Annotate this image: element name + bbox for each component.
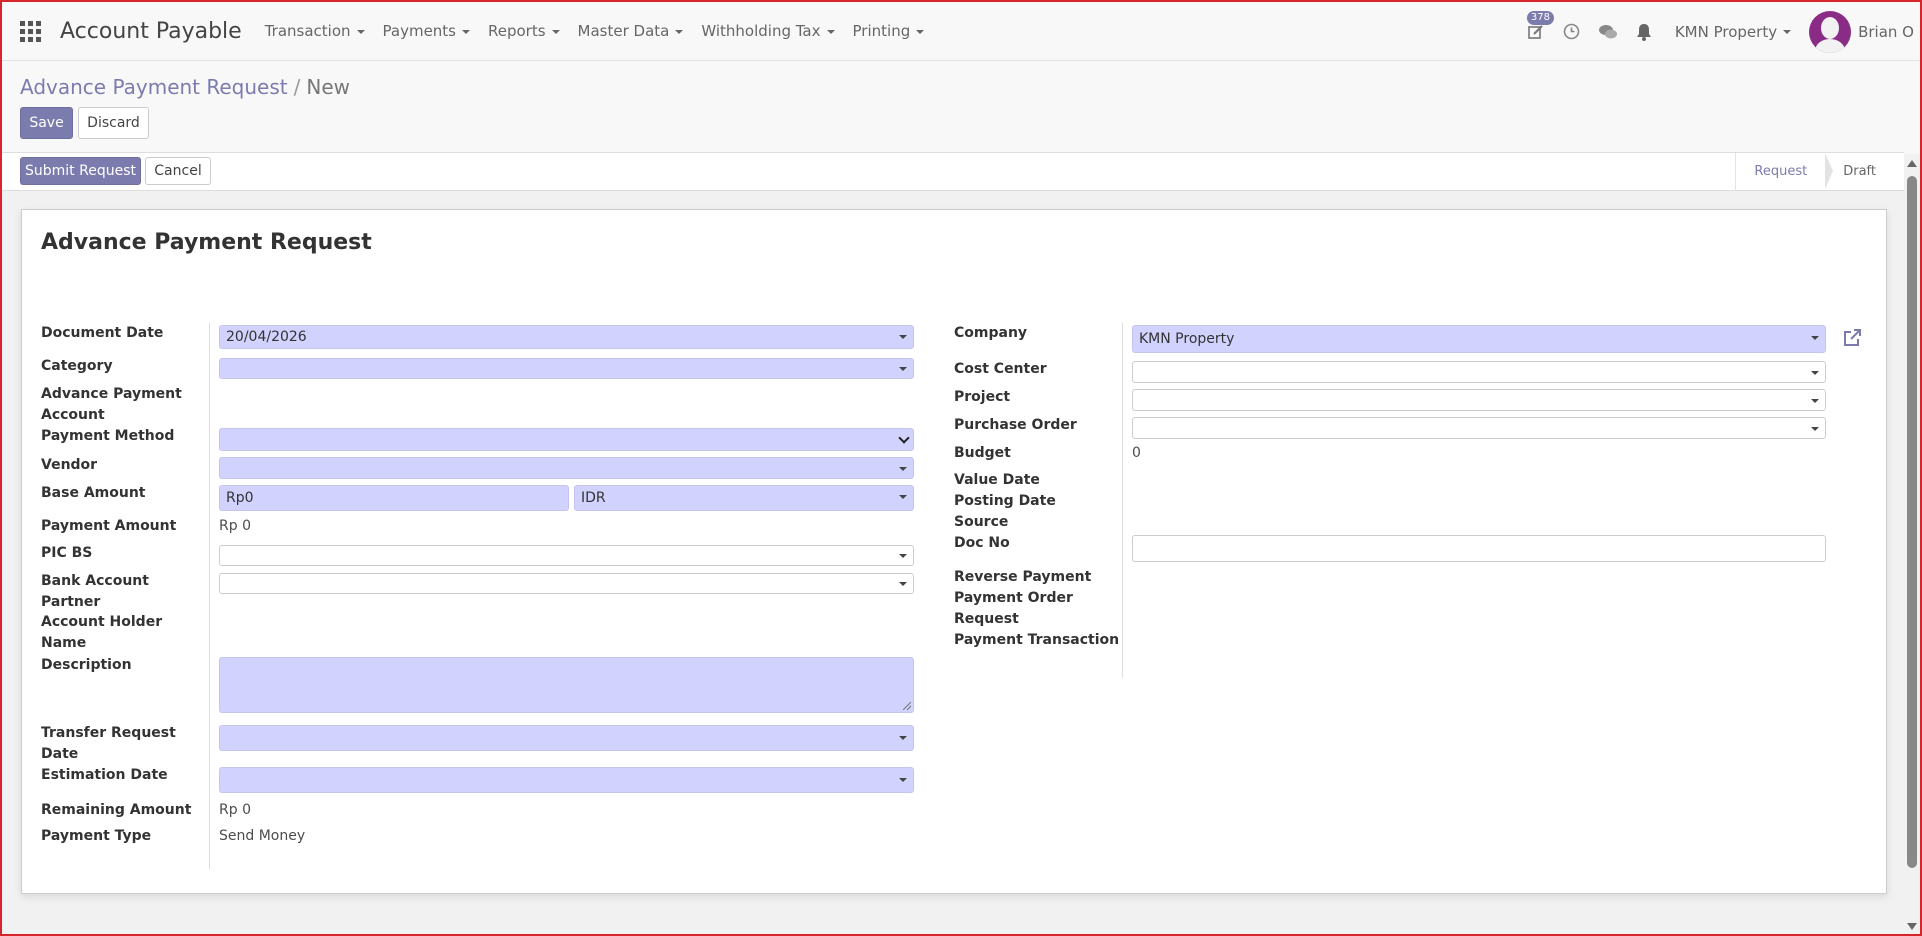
value-date-label: Value Date — [954, 472, 1040, 488]
save-button[interactable]: Save — [20, 107, 73, 139]
top-navbar: Account Payable Transaction Payments Rep… — [2, 2, 1920, 61]
remaining-amount-value: Rp 0 — [219, 802, 251, 818]
estimation-date-label: Estimation Date — [41, 767, 168, 783]
category-label: Category — [41, 358, 113, 374]
vendor-label: Vendor — [41, 457, 98, 473]
form-title: Advance Payment Request — [41, 230, 372, 255]
payment-order-request-label: Payment Order Request — [954, 590, 1073, 627]
currency-field[interactable]: IDR — [574, 485, 914, 511]
avatar[interactable] — [1809, 10, 1852, 53]
edit-icon[interactable]: 378 — [1525, 10, 1554, 43]
submit-request-button[interactable]: Submit Request — [20, 157, 141, 185]
doc-no-field[interactable] — [1132, 535, 1826, 562]
advance-payment-account-label: Advance Payment Account — [41, 386, 182, 423]
app-title: Account Payable — [60, 18, 242, 44]
menu-withholding-tax[interactable]: Withholding Tax — [701, 22, 835, 40]
payment-amount-value: Rp 0 — [219, 518, 251, 534]
cost-center-label: Cost Center — [954, 361, 1047, 377]
left-label-divider — [209, 323, 210, 869]
document-date-field[interactable]: 20/04/2026 — [219, 325, 914, 349]
external-link-icon[interactable] — [1842, 328, 1862, 348]
stage-draft[interactable]: Draft — [1825, 153, 1894, 190]
status-stages: Request Draft — [1735, 153, 1894, 190]
project-label: Project — [954, 389, 1011, 405]
vendor-field[interactable] — [219, 457, 914, 479]
posting-date-label: Posting Date — [954, 493, 1056, 509]
right-label-divider — [1122, 323, 1123, 678]
payment-type-value: Send Money — [219, 828, 306, 844]
purchase-order-label: Purchase Order — [954, 417, 1077, 433]
payment-method-select[interactable] — [219, 428, 914, 451]
control-panel: Advance Payment Request / New Save Discard — [2, 61, 1920, 152]
base-amount-label: Base Amount — [41, 485, 146, 501]
payment-transaction-label: Payment Transaction — [954, 632, 1120, 648]
bell-icon[interactable] — [1633, 21, 1655, 43]
category-field[interactable] — [219, 358, 914, 379]
breadcrumb-parent[interactable]: Advance Payment Request — [20, 75, 288, 99]
user-name[interactable]: Brian O — [1858, 23, 1914, 41]
doc-no-label: Doc No — [954, 535, 1010, 551]
transfer-request-date-label: Transfer Request Date — [41, 725, 176, 762]
transfer-request-date-field[interactable] — [219, 725, 914, 751]
purchase-order-field[interactable] — [1132, 417, 1826, 439]
base-amount-field[interactable]: Rp0 — [219, 485, 569, 511]
status-bar: Submit Request Cancel Request Draft — [2, 152, 1904, 191]
chat-icon[interactable] — [1597, 21, 1619, 43]
menu-master-data[interactable]: Master Data — [578, 22, 684, 40]
cost-center-field[interactable] — [1132, 361, 1826, 383]
menu-reports[interactable]: Reports — [488, 22, 560, 40]
apps-icon[interactable] — [20, 20, 42, 42]
discard-button[interactable]: Discard — [78, 107, 149, 139]
pic-bs-label: PIC BS — [41, 545, 93, 561]
remaining-amount-label: Remaining Amount — [41, 802, 192, 818]
budget-value: 0 — [1132, 445, 1141, 461]
pic-bs-field[interactable] — [219, 545, 914, 566]
menu-transaction[interactable]: Transaction — [265, 22, 365, 40]
bank-account-partner-label: Bank Account Partner — [41, 573, 149, 610]
stage-request[interactable]: Request — [1735, 153, 1834, 190]
account-holder-name-label: Account Holder Name — [41, 614, 163, 651]
project-field[interactable] — [1132, 389, 1826, 411]
breadcrumb-current: New — [306, 75, 350, 99]
scroll-thumb[interactable] — [1907, 176, 1917, 868]
scroll-up-icon[interactable] — [1907, 160, 1917, 167]
form-sheet: Advance Payment Request Document Date 20… — [21, 209, 1887, 894]
company-switcher[interactable]: KMN Property — [1675, 23, 1792, 41]
estimation-date-field[interactable] — [219, 767, 914, 793]
description-textarea[interactable] — [219, 657, 914, 713]
budget-label: Budget — [954, 445, 1011, 461]
bank-account-partner-field[interactable] — [219, 573, 914, 594]
breadcrumb: Advance Payment Request / New — [20, 75, 350, 99]
breadcrumb-separator: / — [293, 75, 301, 99]
payment-method-label: Payment Method — [41, 428, 175, 444]
menu-printing[interactable]: Printing — [853, 22, 925, 40]
description-label: Description — [41, 657, 132, 673]
company-field[interactable]: KMN Property — [1132, 325, 1826, 353]
activity-count-badge: 378 — [1526, 10, 1554, 25]
company-label: Company — [954, 325, 1028, 341]
document-date-label: Document Date — [41, 325, 164, 341]
page-scrollbar[interactable] — [1904, 154, 1920, 934]
source-label: Source — [954, 514, 1009, 530]
reverse-payment-label: Reverse Payment — [954, 569, 1092, 585]
menu-payments[interactable]: Payments — [383, 22, 470, 40]
payment-amount-label: Payment Amount — [41, 518, 177, 534]
scroll-down-icon[interactable] — [1907, 923, 1917, 930]
cancel-button[interactable]: Cancel — [145, 157, 211, 185]
payment-type-label: Payment Type — [41, 828, 152, 844]
clock-icon[interactable] — [1561, 21, 1583, 43]
